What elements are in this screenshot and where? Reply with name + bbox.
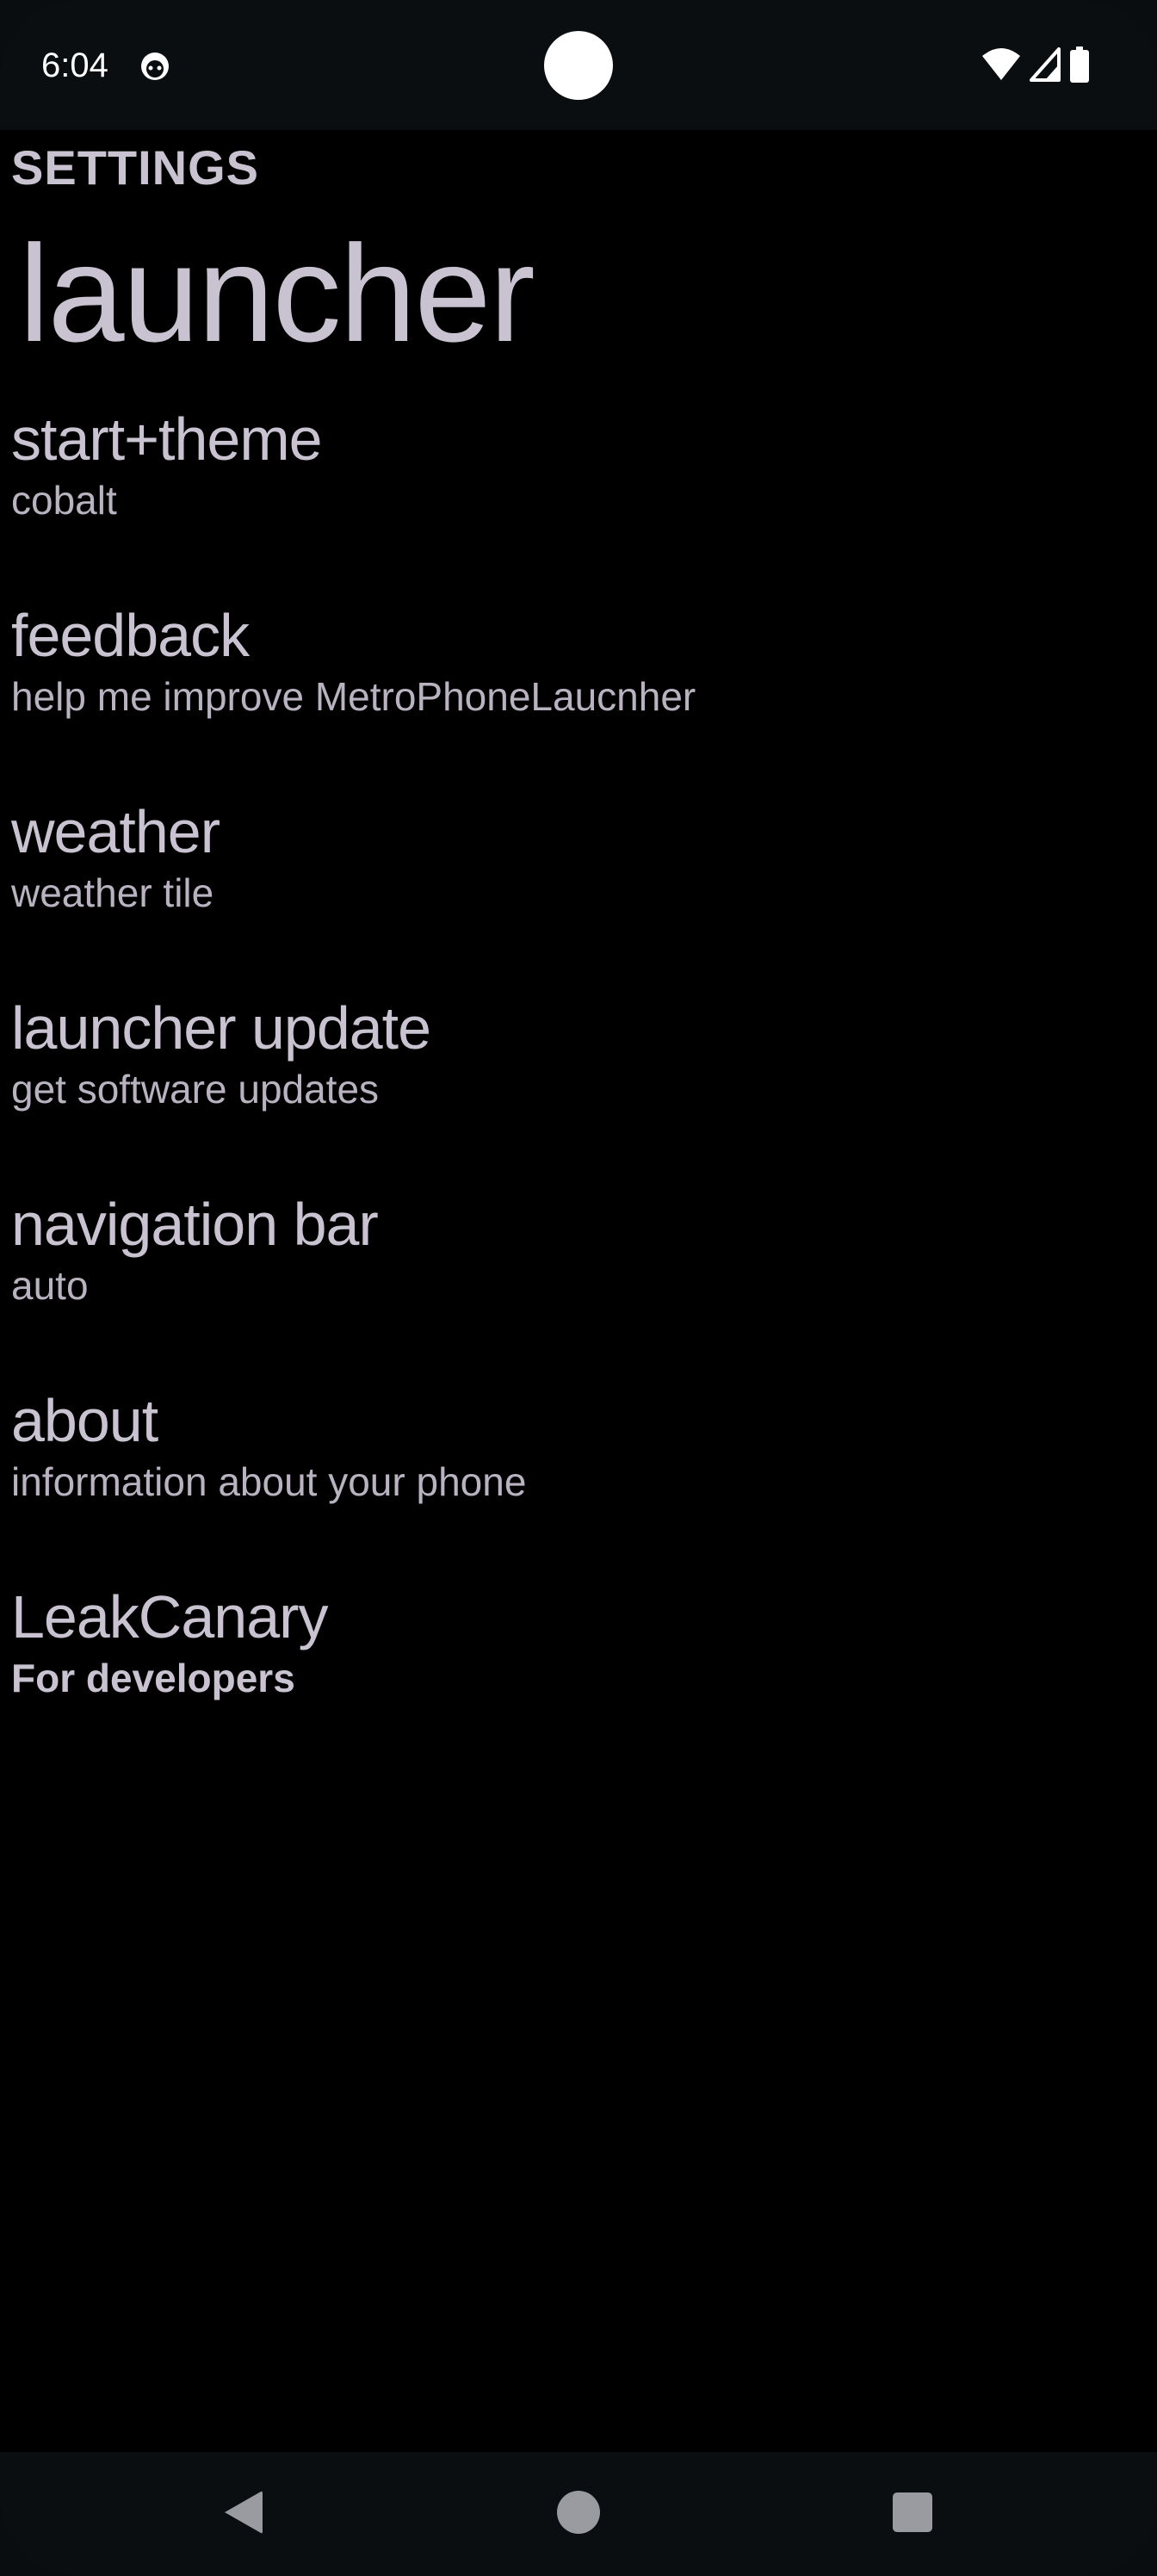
back-button[interactable] xyxy=(200,2471,286,2557)
back-icon xyxy=(221,2489,264,2540)
setting-title: navigation bar xyxy=(11,1191,379,1258)
setting-title: LeakCanary xyxy=(11,1583,328,1650)
setting-weather[interactable]: weather weather tile xyxy=(11,796,1130,969)
setting-title: start+theme xyxy=(11,406,323,473)
wifi-icon xyxy=(981,47,1021,82)
setting-subtitle: cobalt xyxy=(11,478,117,523)
status-bar: 6:04 xyxy=(0,0,1157,130)
camera-cutout xyxy=(544,31,613,100)
setting-feedback[interactable]: feedback help me improve MetroPhoneLaucn… xyxy=(11,600,1130,772)
setting-subtitle: help me improve MetroPhoneLaucnher xyxy=(11,674,696,719)
status-time: 6:04 xyxy=(41,46,108,84)
navigation-bar xyxy=(0,2452,1157,2576)
battery-icon xyxy=(1069,46,1090,83)
setting-subtitle: information about your phone xyxy=(11,1459,527,1504)
setting-leakcanary[interactable]: LeakCanary For developers xyxy=(11,1582,1130,1754)
setting-navigation-bar[interactable]: navigation bar auto xyxy=(11,1189,1130,1361)
setting-start-theme[interactable]: start+theme cobalt xyxy=(11,404,1130,576)
setting-title: weather xyxy=(11,798,220,865)
setting-about[interactable]: about information about your phone xyxy=(11,1385,1130,1557)
setting-subtitle: auto xyxy=(11,1263,89,1308)
cellular-signal-icon xyxy=(1030,47,1061,82)
setting-title: about xyxy=(11,1387,158,1454)
page-title: launcher xyxy=(19,216,535,370)
setting-launcher-update[interactable]: launcher update get software updates xyxy=(11,993,1130,1165)
notification-app-icon xyxy=(138,48,172,83)
recents-button[interactable] xyxy=(869,2471,956,2557)
setting-subtitle: weather tile xyxy=(11,870,214,915)
setting-title: launcher update xyxy=(11,994,431,1062)
home-icon xyxy=(556,2490,601,2539)
status-icons xyxy=(981,46,1090,83)
home-button[interactable] xyxy=(535,2471,622,2557)
setting-title: feedback xyxy=(11,602,250,669)
recents-icon xyxy=(892,2492,933,2537)
setting-subtitle: For developers xyxy=(11,1656,295,1700)
section-header: SETTINGS xyxy=(11,140,260,195)
phone-screen: 6:04 SETTINGS launcher start+theme cobal… xyxy=(0,0,1157,2576)
setting-subtitle: get software updates xyxy=(11,1067,380,1112)
